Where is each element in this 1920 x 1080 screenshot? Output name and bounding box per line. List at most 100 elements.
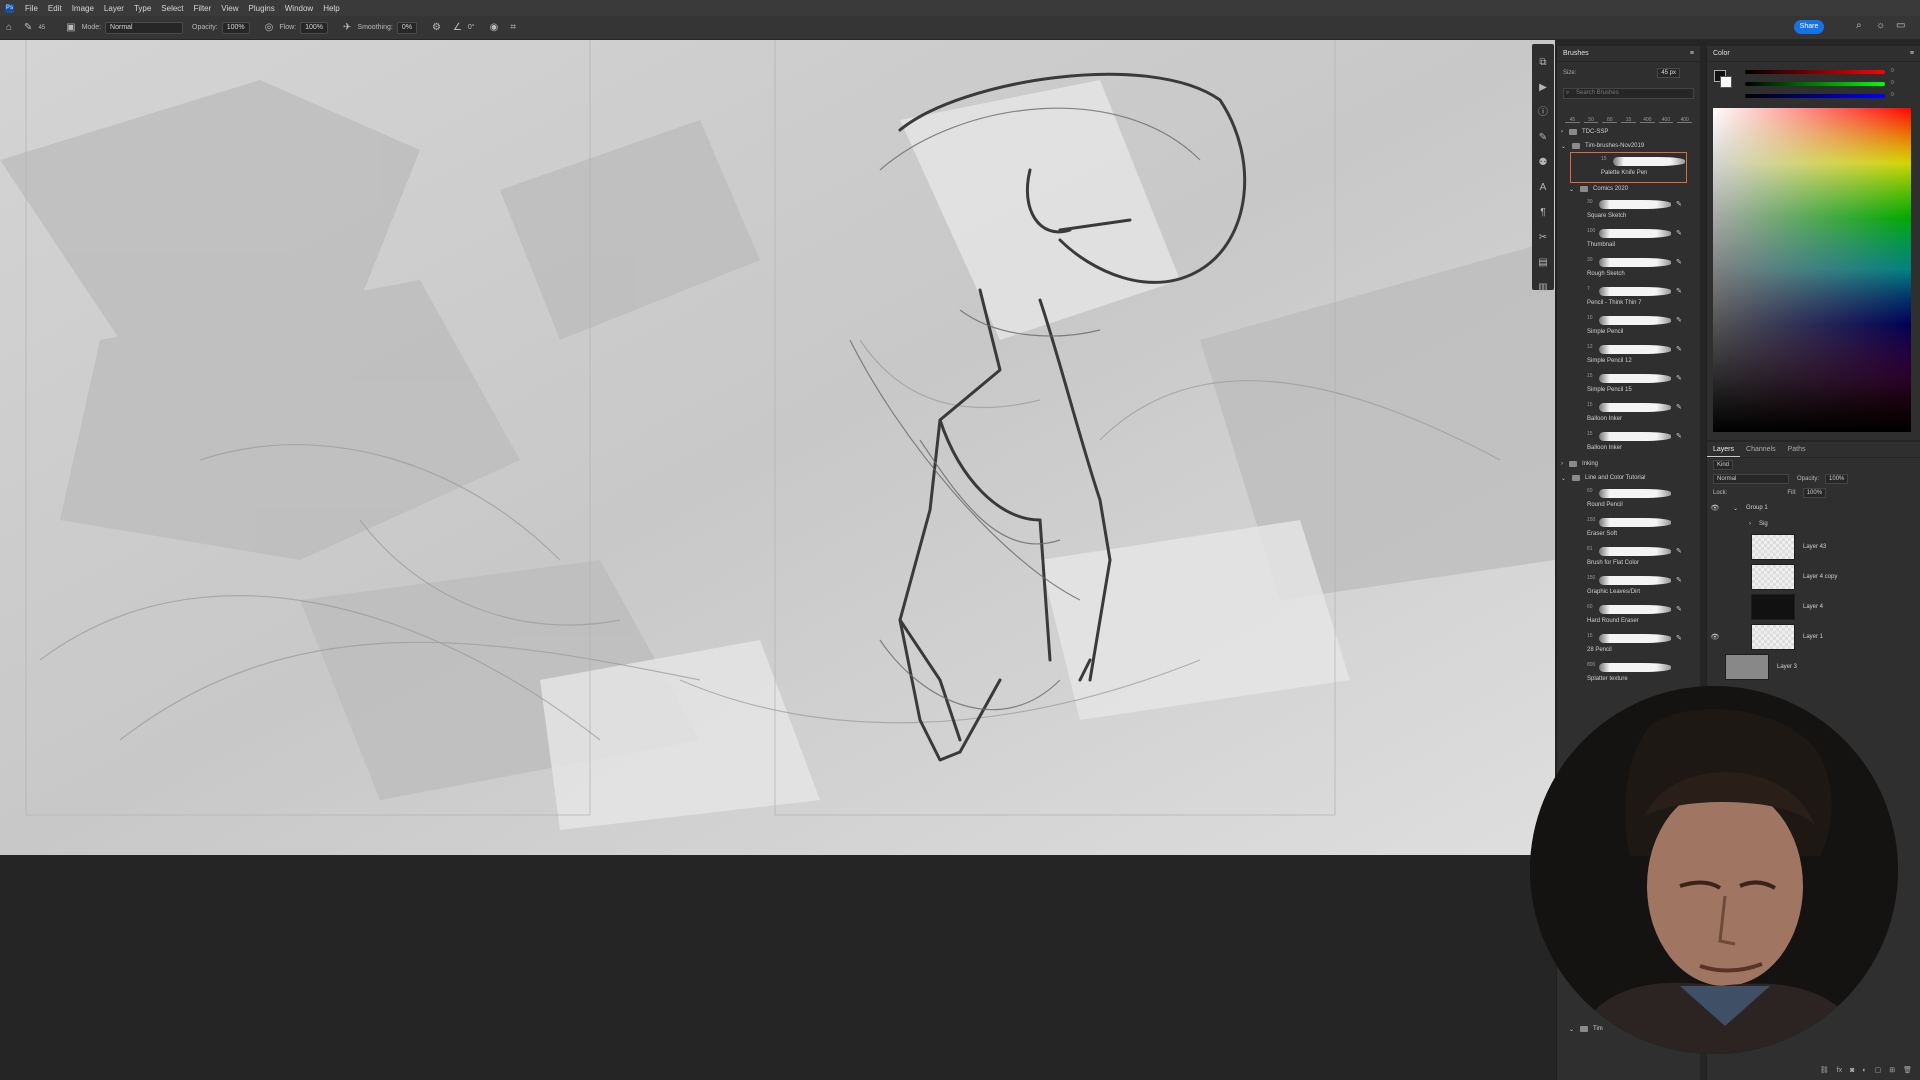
symmetry-icon[interactable]: ⌗ — [510, 22, 516, 34]
brush-preset[interactable]: 60 ✎ Hard Round Eraser — [1557, 601, 1700, 630]
blend-mode-select[interactable]: Normal — [1713, 474, 1789, 484]
layer-group[interactable]: 👁 ⌄ Group 1 — [1707, 500, 1920, 516]
properties-icon[interactable]: ▤ — [1538, 250, 1547, 275]
tab-paths[interactable]: Paths — [1782, 442, 1812, 457]
brush-preset[interactable]: 7 ✎ Pencil - Think Thin 7 — [1557, 283, 1700, 312]
menu-file[interactable]: File — [20, 4, 43, 13]
libraries-icon[interactable]: ▥ — [1538, 275, 1547, 300]
menu-filter[interactable]: Filter — [189, 4, 217, 13]
trash-icon[interactable]: 🗑 — [1903, 1066, 1912, 1074]
layer-opacity-input[interactable]: 100% — [1825, 474, 1849, 484]
smoothing-gear-icon[interactable]: ⚙ — [432, 22, 441, 34]
brush-folder-tim[interactable]: ⌄ Tim-brushes-Nov2019 — [1557, 139, 1700, 153]
pressure-opacity-icon[interactable]: ◎ — [265, 22, 274, 34]
mask-icon[interactable]: ◙ — [1850, 1067, 1854, 1074]
menu-help[interactable]: Help — [318, 4, 344, 13]
document-canvas[interactable] — [0, 40, 1555, 855]
color-panel-title[interactable]: Color — [1713, 46, 1730, 61]
green-value[interactable]: 0 — [1891, 80, 1894, 86]
brush-preset[interactable]: 800 Splatter texture — [1557, 659, 1700, 688]
menu-view[interactable]: View — [216, 4, 243, 13]
panel-menu-icon[interactable]: ≡ — [1690, 46, 1694, 61]
menu-type[interactable]: Type — [129, 4, 156, 13]
lightbulb-icon[interactable]: ☼ — [1876, 20, 1885, 31]
brush-preset[interactable]: 15 ✎ Balloon Inker — [1557, 428, 1700, 457]
panel-menu-icon[interactable]: ≡ — [1910, 46, 1914, 61]
brush-search-input[interactable]: Search Brushes — [1563, 88, 1694, 99]
angle-value[interactable]: 0° — [468, 24, 475, 31]
mode-select[interactable]: Normal — [105, 21, 184, 34]
paragraph-icon[interactable]: ¶ — [1540, 200, 1545, 225]
brush-preset[interactable]: 10 ✎ Simple Pencil — [1557, 312, 1700, 341]
recent-brush[interactable]: 400 — [1677, 107, 1693, 123]
brush-preset[interactable]: 100 ✎ Thumbnail — [1557, 225, 1700, 254]
character-icon[interactable]: A — [1540, 175, 1547, 200]
fx-icon[interactable]: fx — [1837, 1067, 1842, 1074]
adjustment-icon[interactable]: ◐ — [1862, 1067, 1866, 1074]
recent-brush[interactable]: 15 — [1621, 107, 1636, 123]
layer-row[interactable]: 👁 Layer 1 — [1707, 622, 1920, 652]
info-icon[interactable]: ⓘ — [1538, 100, 1548, 125]
share-button[interactable]: Share — [1794, 20, 1824, 34]
brush-preset[interactable]: 15 ✎ Simple Pencil 15 — [1557, 370, 1700, 399]
home-icon[interactable]: ⌂ — [6, 22, 12, 34]
clone-source-icon[interactable]: ⚉ — [1539, 150, 1548, 175]
blue-value[interactable]: 0 — [1891, 92, 1894, 98]
tab-channels[interactable]: Channels — [1740, 442, 1782, 457]
brushes-panel-title[interactable]: Brushes — [1563, 46, 1589, 61]
new-layer-icon[interactable]: ⊞ — [1889, 1066, 1895, 1074]
brush-size-input[interactable]: 45 px — [1657, 68, 1680, 78]
brush-preset[interactable]: 30 ✎ Square Sketch — [1557, 196, 1700, 225]
brush-preset[interactable]: 81 ✎ Brush for Flat Color — [1557, 543, 1700, 572]
actions-icon[interactable]: ▶ — [1539, 75, 1547, 100]
layer-filter-select[interactable]: Kind — [1713, 460, 1734, 470]
fill-input[interactable]: 100% — [1802, 488, 1827, 498]
red-value[interactable]: 0 — [1891, 68, 1894, 74]
brush-settings-icon[interactable]: ▣ — [66, 22, 75, 34]
workspace-icon[interactable]: ▭ — [1896, 20, 1905, 31]
flow-input[interactable]: 100% — [300, 21, 329, 34]
brush-size-picker[interactable]: 45 — [38, 25, 51, 31]
brush-tool-icon[interactable]: ✎ — [24, 22, 32, 34]
green-slider[interactable] — [1745, 82, 1885, 86]
brush-preset[interactable]: 150 ✎ Graphic Leaves/Dirt — [1557, 572, 1700, 601]
layer-row[interactable]: Layer 4 copy — [1707, 562, 1920, 592]
brush-folder-line-color[interactable]: ⌄ Line and Color Tutorial — [1557, 471, 1700, 485]
airbrush-icon[interactable]: ✈ — [343, 22, 351, 34]
layer-row[interactable]: Layer 3 — [1707, 652, 1920, 682]
brush-preset[interactable]: 12 ✎ Simple Pencil 12 — [1557, 341, 1700, 370]
tab-layers[interactable]: Layers — [1707, 442, 1741, 457]
brush-folder-comics[interactable]: ⌄ Comics 2020 — [1557, 182, 1700, 196]
blue-slider[interactable] — [1745, 94, 1885, 98]
history-icon[interactable]: ⧉ — [1539, 50, 1546, 75]
recent-brush[interactable]: 45 — [1565, 107, 1580, 123]
brush-preset[interactable]: 15 ✎ 28 Pencil — [1557, 630, 1700, 659]
recent-brush[interactable]: 50 — [1583, 107, 1599, 123]
tools-icon[interactable]: ✂ — [1539, 225, 1547, 250]
menu-select[interactable]: Select — [156, 4, 188, 13]
brush-folder-tdc[interactable]: › TDC-SSP — [1557, 125, 1700, 139]
brush-preset[interactable]: 30 ✎ Rough Sketch — [1557, 254, 1700, 283]
recent-brush[interactable]: 80 — [1602, 107, 1618, 123]
brush-preset[interactable]: 15 ✎ Balloon Inker — [1557, 399, 1700, 428]
new-group-icon[interactable]: ▢ — [1875, 1066, 1882, 1074]
layer-group-sig[interactable]: › Sig — [1707, 516, 1920, 532]
menu-image[interactable]: Image — [67, 4, 99, 13]
recent-brush[interactable]: 400 — [1658, 107, 1674, 123]
brush-preset[interactable]: 60 Round Pencil — [1557, 485, 1700, 514]
layer-row[interactable]: Layer 43 — [1707, 532, 1920, 562]
brush-settings-icon[interactable]: ✎ — [1539, 125, 1547, 150]
smoothing-input[interactable]: 0% — [396, 21, 417, 34]
link-layers-icon[interactable]: ⛓ — [1820, 1066, 1829, 1074]
background-color-swatch[interactable] — [1720, 76, 1732, 88]
menu-layer[interactable]: Layer — [99, 4, 129, 13]
layer-row[interactable]: Layer 4 — [1707, 592, 1920, 622]
pressure-size-icon[interactable]: ◉ — [490, 22, 499, 34]
red-slider[interactable] — [1745, 70, 1885, 74]
eye-icon[interactable]: 👁 — [1707, 504, 1723, 512]
recent-brush[interactable]: 400 — [1639, 107, 1655, 123]
brush-preset[interactable]: 150 Eraser Soft — [1557, 514, 1700, 543]
menu-edit[interactable]: Edit — [43, 4, 67, 13]
menu-window[interactable]: Window — [280, 4, 318, 13]
brush-folder-inking[interactable]: › Inking — [1557, 457, 1700, 471]
